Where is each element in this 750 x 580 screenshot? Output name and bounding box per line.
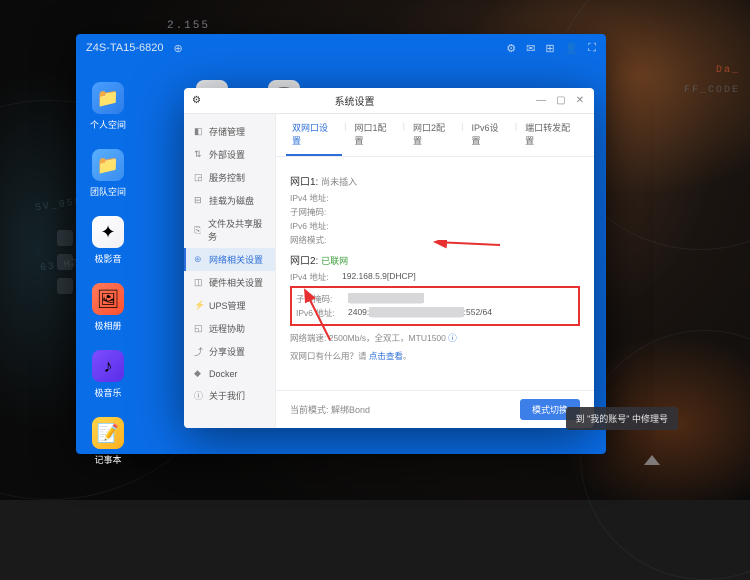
sidebar-icon: ◧ <box>194 126 204 137</box>
sidebar-item-9[interactable]: ⤴分享设置 <box>184 340 275 363</box>
sidebar-icon: ⊕ <box>194 254 204 265</box>
user-icon[interactable]: 👤 <box>565 42 579 55</box>
tab-3[interactable]: IPv6设置 <box>465 114 512 156</box>
window-titlebar[interactable]: Z4S-TA15-6820 ⊕ ⚙ ✉ ⊞ 👤 ⛶ <box>76 34 606 62</box>
music-icon: ♪ <box>92 350 124 382</box>
settings-title: 系统设置 <box>184 93 534 108</box>
maximize-button[interactable]: ▢ <box>554 95 567 106</box>
sidebar-icon: ◫ <box>194 277 204 288</box>
globe-icon[interactable]: ⊕ <box>173 42 182 55</box>
port2-status: 已联网 <box>321 256 348 266</box>
sidebar-item-0[interactable]: ◧存储管理 <box>184 120 275 143</box>
desktop-icon-notes[interactable]: 📝 记事本 <box>92 417 124 466</box>
desktop-icon-video[interactable]: ✦ 极影音 <box>92 216 124 265</box>
help-text: 双网口有什么用？请 点击查看。 <box>290 350 580 362</box>
port1-info-row: IPv4 地址: <box>290 192 580 204</box>
sidebar-item-3[interactable]: ⊟挂载为磁盘 <box>184 189 275 212</box>
sidebar-icon: ⤴ <box>194 345 204 358</box>
help-link[interactable]: 点击查看 <box>369 351 403 361</box>
settings-panel: 网口1: 尚未插入 IPv4 地址: 子网掩码: IPv6 地址: 网络模式: 网口2… <box>276 157 594 390</box>
note-icon: 📝 <box>92 417 124 449</box>
settings-tabs: 双网口设置|网口1配置|网口2配置|IPv6设置|端口转发配置 <box>276 114 594 157</box>
annotation-highlight-box: 子网掩码: ████████████ IPv6 地址: 2409:███████… <box>290 286 580 326</box>
folder-icon: 📁 <box>92 149 124 181</box>
grid-icon[interactable]: ⊞ <box>545 42 554 55</box>
desktop-icon-personal[interactable]: 📁 个人空间 <box>90 82 126 131</box>
photo-icon: 🖼 <box>92 283 124 315</box>
taskbar-item[interactable] <box>57 230 73 246</box>
mode-label: 当前模式: 解绑Bond <box>290 403 370 416</box>
port1-heading: 网口1: 尚未插入 <box>290 173 580 188</box>
sidebar-item-4[interactable]: ⎘文件及共享服务 <box>184 212 275 248</box>
sidebar-item-10[interactable]: ◆Docker <box>184 363 275 384</box>
sidebar-icon: ◲ <box>194 172 204 183</box>
app-icon: ✦ <box>92 216 124 248</box>
close-button[interactable]: ✕ <box>574 95 586 106</box>
taskbar-item[interactable] <box>57 278 73 294</box>
network-speed: 网络端速: 2500Mb/s，全双工，MTU1500 ⓘ <box>290 332 580 344</box>
port1-info-row: 网络模式: <box>290 234 580 246</box>
sidebar-icon: ◱ <box>194 323 204 334</box>
sidebar-item-7[interactable]: ⚡UPS管理 <box>184 294 275 317</box>
redacted-value: ███████████████ <box>369 307 463 317</box>
desktop-icon-photo[interactable]: 🖼 极相册 <box>92 283 124 332</box>
settings-titlebar[interactable]: ⚙ 系统设置 — ▢ ✕ <box>184 88 594 114</box>
os-taskbar <box>55 230 75 294</box>
window-title: Z4S-TA15-6820 <box>86 42 163 54</box>
taskbar-item[interactable] <box>57 254 73 270</box>
desktop-icon-music[interactable]: ♪ 极音乐 <box>92 350 124 399</box>
sidebar-item-11[interactable]: ⓘ关于我们 <box>184 384 275 407</box>
sidebar-item-8[interactable]: ◱远程协助 <box>184 317 275 340</box>
desktop-icon-grid: 📁 个人空间 📁 团队空间 ✦ 极影音 🖼 极相册 ♪ 极音乐 📝 记事本 <box>90 82 126 466</box>
minimize-button[interactable]: — <box>534 95 548 106</box>
tab-4[interactable]: 端口转发配置 <box>519 114 584 156</box>
folder-icon: 📁 <box>92 82 124 114</box>
settings-icon[interactable]: ⚙ <box>506 42 516 55</box>
sidebar-icon: ⇅ <box>194 149 204 160</box>
sidebar-item-1[interactable]: ⇅外部设置 <box>184 143 275 166</box>
redacted-value: ████████████ <box>348 293 424 303</box>
sidebar-icon: ⓘ <box>194 389 204 402</box>
port1-status: 尚未插入 <box>321 177 357 187</box>
tray-indicator <box>644 455 660 465</box>
info-icon[interactable]: ⓘ <box>448 333 457 343</box>
bg-deco-text: 2.155 <box>167 20 210 32</box>
port2-mask-row: 子网掩码: ████████████ <box>296 293 574 305</box>
port1-info-row: 子网掩码: <box>290 206 580 218</box>
port2-ipv4-row: IPv4 地址: 192.168.5.9[DHCP] <box>290 271 580 283</box>
sidebar-icon: ⎘ <box>194 225 203 236</box>
settings-footer: 当前模式: 解绑Bond 模式切换 <box>276 390 594 428</box>
port1-info-row: IPv6 地址: <box>290 220 580 232</box>
bg-deco-text: Da_ <box>716 65 740 76</box>
settings-sidebar: ◧存储管理⇅外部设置◲服务控制⊟挂载为磁盘⎘文件及共享服务⊕网络相关设置◫硬件相… <box>184 114 276 428</box>
fullscreen-icon[interactable]: ⛶ <box>588 42 596 55</box>
port2-ipv6-row: IPv6 地址: 2409:███████████████:552/64 <box>296 307 574 319</box>
port2-heading: 网口2: 已联网 <box>290 252 580 267</box>
sidebar-item-5[interactable]: ⊕网络相关设置 <box>184 248 275 271</box>
notification-toast[interactable]: 到 "我的账号" 中修理号 <box>566 407 678 430</box>
sidebar-icon: ⚡ <box>194 300 204 311</box>
tab-0[interactable]: 双网口设置 <box>286 114 342 156</box>
sidebar-item-2[interactable]: ◲服务控制 <box>184 166 275 189</box>
tab-2[interactable]: 网口2配置 <box>407 114 459 156</box>
system-settings-window: ⚙ 系统设置 — ▢ ✕ ◧存储管理⇅外部设置◲服务控制⊟挂载为磁盘⎘文件及共享… <box>184 88 594 428</box>
sidebar-item-6[interactable]: ◫硬件相关设置 <box>184 271 275 294</box>
bg-deco-text: FF_CODE <box>684 85 740 96</box>
tab-1[interactable]: 网口1配置 <box>348 114 400 156</box>
sidebar-icon: ⊟ <box>194 195 204 206</box>
desktop-icon-team[interactable]: 📁 团队空间 <box>90 149 126 198</box>
sidebar-icon: ◆ <box>194 368 204 379</box>
mail-icon[interactable]: ✉ <box>526 42 535 55</box>
